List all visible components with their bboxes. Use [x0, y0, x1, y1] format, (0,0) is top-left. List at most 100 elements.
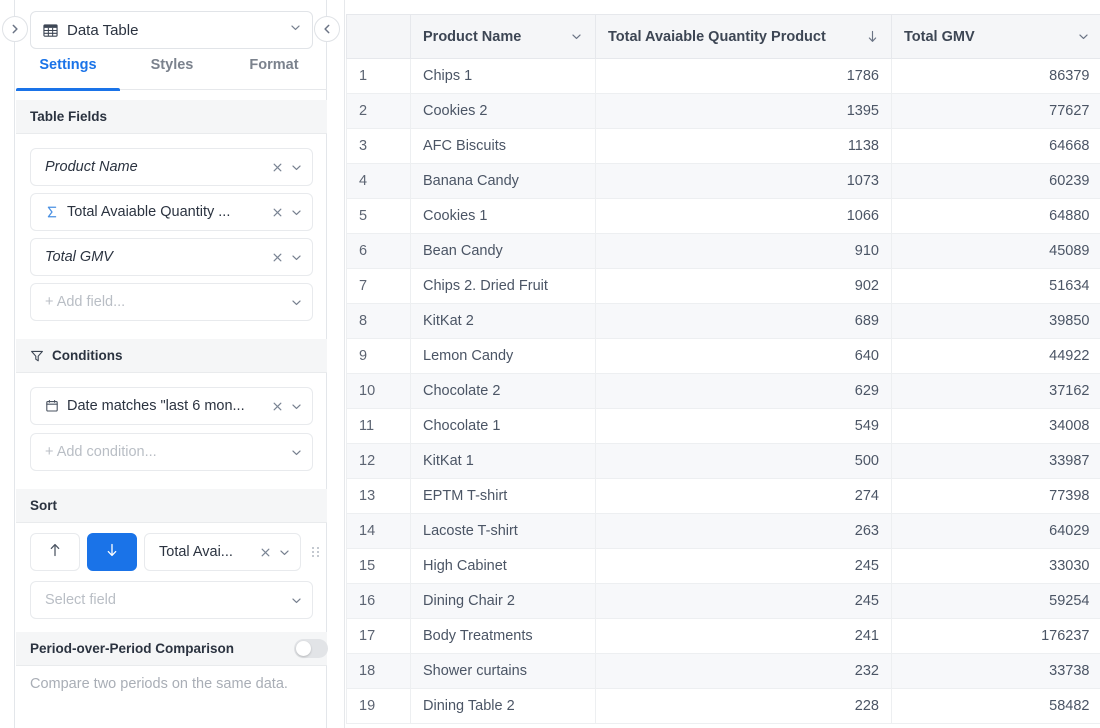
remove-field-icon[interactable] — [271, 161, 284, 174]
table-row[interactable]: 17 Body Treatments 241 176237 — [346, 618, 1100, 654]
table-row[interactable]: 11 Chocolate 1 549 34008 — [346, 408, 1100, 444]
data-table-area: Product Name Total Avaiable Quantity Pro… — [345, 0, 1100, 728]
table-row[interactable]: 7 Chips 2. Dried Fruit 902 51634 — [346, 268, 1100, 304]
chevron-down-icon[interactable] — [290, 594, 303, 607]
tab-settings[interactable]: Settings — [16, 56, 120, 91]
table-row[interactable]: 2 Cookies 2 1395 77627 — [346, 93, 1100, 129]
chevron-down-icon[interactable] — [290, 161, 303, 174]
table-row[interactable]: 5 Cookies 1 1066 64880 — [346, 198, 1100, 234]
table-fields-title: Table Fields — [30, 109, 108, 124]
chevron-right-icon — [9, 23, 21, 35]
table-row[interactable]: 1 Chips 1 1786 86379 — [346, 58, 1100, 94]
table-row[interactable]: 6 Bean Candy 910 45089 — [346, 233, 1100, 269]
column-header-product-name[interactable]: Product Name — [410, 14, 596, 59]
cell-total-gmv: 45089 — [891, 233, 1100, 269]
cell-row-index: 17 — [346, 618, 411, 654]
drag-handle-icon[interactable] — [305, 544, 327, 560]
cell-row-index: 13 — [346, 478, 411, 514]
table-body: 1 Chips 1 1786 86379 2 Cookies 2 1395 77627 3 AFC… — [346, 58, 1100, 724]
cell-product-name: Chocolate 1 — [410, 408, 596, 444]
table-header: Product Name Total Avaiable Quantity Pro… — [346, 14, 1100, 59]
tab-format[interactable]: Format — [224, 56, 324, 90]
table-row[interactable]: 9 Lemon Candy 640 44922 — [346, 338, 1100, 374]
table-grid-icon — [43, 23, 58, 38]
sort-ascending-button[interactable] — [30, 533, 80, 571]
panel-left-rail — [14, 0, 15, 728]
tab-settings-label: Settings — [39, 57, 97, 73]
chevron-down-icon[interactable] — [289, 21, 302, 39]
cell-product-name: Bean Candy — [410, 233, 596, 269]
period-comparison-title: Period-over-Period Comparison — [30, 641, 235, 656]
add-field-button[interactable]: + Add field... — [30, 283, 313, 321]
field-chip-total-available-quantity[interactable]: Total Avaiable Quantity ... — [30, 193, 313, 231]
chevron-down-icon[interactable] — [278, 546, 291, 559]
cell-row-index: 5 — [346, 198, 411, 234]
cell-product-name: High Cabinet — [410, 548, 596, 584]
arrow-down-icon — [105, 542, 119, 563]
cell-product-name: Chocolate 2 — [410, 373, 596, 409]
cell-total-gmv: 60239 — [891, 163, 1100, 199]
table-row[interactable]: 18 Shower curtains 232 33738 — [346, 653, 1100, 689]
table-row[interactable]: 10 Chocolate 2 629 37162 — [346, 373, 1100, 409]
cell-product-name: Chips 1 — [410, 58, 596, 94]
period-comparison-toggle[interactable] — [294, 639, 328, 658]
sort-field-selector[interactable]: Total Avai... — [144, 533, 301, 571]
arrow-down-icon[interactable] — [866, 29, 879, 44]
table-row[interactable]: 4 Banana Candy 1073 60239 — [346, 163, 1100, 199]
cell-total-gmv: 64880 — [891, 198, 1100, 234]
remove-field-icon[interactable] — [271, 206, 284, 219]
table-row[interactable]: 16 Dining Chair 2 245 59254 — [346, 583, 1100, 619]
chevron-down-icon[interactable] — [290, 446, 303, 459]
sigma-icon — [45, 205, 59, 219]
tab-styles[interactable]: Styles — [120, 56, 224, 90]
cell-total-gmv: 33030 — [891, 548, 1100, 584]
chevron-down-icon[interactable] — [1077, 30, 1090, 43]
column-header-total-available-quantity[interactable]: Total Avaiable Quantity Product — [595, 14, 892, 59]
cell-row-index: 3 — [346, 128, 411, 164]
conditions-title: Conditions — [52, 348, 123, 363]
table-row[interactable]: 12 KitKat 1 500 33987 — [346, 443, 1100, 479]
add-condition-button[interactable]: + Add condition... — [30, 433, 313, 471]
table-row[interactable]: 3 AFC Biscuits 1138 64668 — [346, 128, 1100, 164]
cell-total-gmv: 33738 — [891, 653, 1100, 689]
column-header-label: Product Name — [423, 28, 522, 45]
table-row[interactable]: 8 KitKat 2 689 39850 — [346, 303, 1100, 339]
field-chip-total-gmv[interactable]: Total GMV — [30, 238, 313, 276]
remove-condition-icon[interactable] — [271, 400, 284, 413]
chevron-down-icon[interactable] — [290, 206, 303, 219]
table-row[interactable]: 13 EPTM T-shirt 274 77398 — [346, 478, 1100, 514]
chevron-down-icon[interactable] — [570, 30, 583, 43]
table-row[interactable]: 19 Dining Table 2 228 58482 — [346, 688, 1100, 724]
remove-field-icon[interactable] — [271, 251, 284, 264]
chevron-down-icon[interactable] — [290, 400, 303, 413]
cell-total-available-quantity: 689 — [595, 303, 892, 339]
cell-total-available-quantity: 1786 — [595, 58, 892, 94]
collapse-panel-button[interactable] — [314, 16, 340, 42]
cell-product-name: Lemon Candy — [410, 338, 596, 374]
cell-product-name: Chips 2. Dried Fruit — [410, 268, 596, 304]
expand-panel-button[interactable] — [2, 16, 28, 42]
chevron-down-icon[interactable] — [290, 296, 303, 309]
data-table: Product Name Total Avaiable Quantity Pro… — [346, 14, 1100, 724]
table-header-row: Product Name Total Avaiable Quantity Pro… — [346, 14, 1100, 59]
widget-type-selector[interactable]: Data Table — [30, 11, 313, 49]
remove-sort-icon[interactable] — [259, 546, 272, 559]
cell-total-gmv: 77627 — [891, 93, 1100, 129]
sort-select-field-button[interactable]: Select field — [30, 581, 313, 619]
cell-total-gmv: 86379 — [891, 58, 1100, 94]
chevron-down-icon[interactable] — [290, 251, 303, 264]
cell-product-name: KitKat 2 — [410, 303, 596, 339]
cell-total-gmv: 64668 — [891, 128, 1100, 164]
calendar-icon — [45, 399, 59, 413]
table-row[interactable]: 15 High Cabinet 245 33030 — [346, 548, 1100, 584]
cell-total-gmv: 39850 — [891, 303, 1100, 339]
field-chip-product-name[interactable]: Product Name — [30, 148, 313, 186]
column-header-total-gmv[interactable]: Total GMV — [891, 14, 1100, 59]
toggle-knob — [296, 641, 311, 656]
cell-total-available-quantity: 549 — [595, 408, 892, 444]
sort-descending-button[interactable] — [87, 533, 137, 571]
condition-chip-date[interactable]: Date matches "last 6 mon... — [30, 387, 313, 425]
table-row[interactable]: 14 Lacoste T-shirt 263 64029 — [346, 513, 1100, 549]
section-header-conditions: Conditions — [16, 339, 327, 373]
cell-total-gmv: 77398 — [891, 478, 1100, 514]
